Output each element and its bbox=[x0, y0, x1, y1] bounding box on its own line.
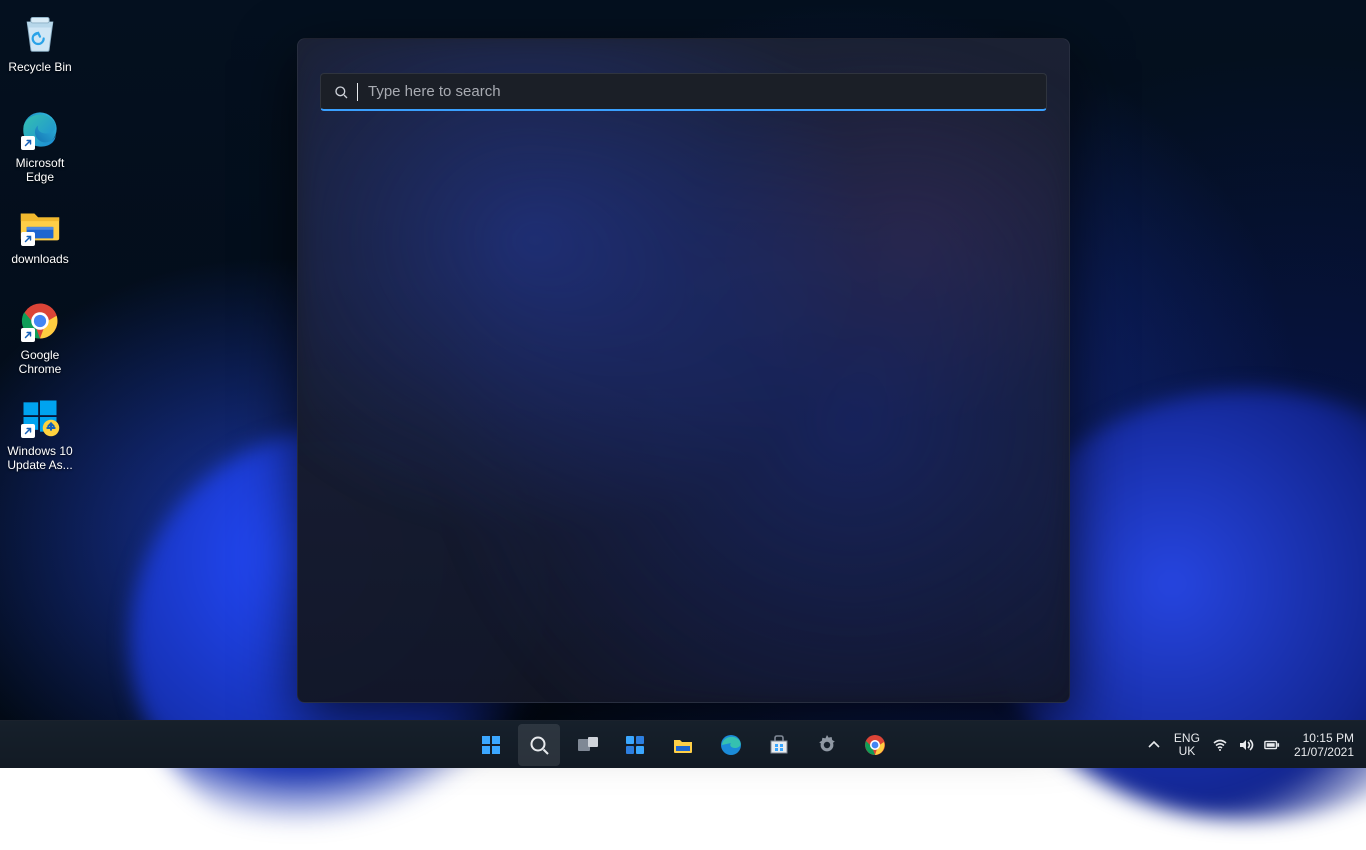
search-panel-background bbox=[298, 39, 1069, 702]
chrome-button[interactable] bbox=[854, 724, 896, 766]
store-button[interactable] bbox=[758, 724, 800, 766]
widgets-icon bbox=[623, 733, 647, 757]
edge-icon bbox=[719, 733, 743, 757]
battery-button[interactable] bbox=[1262, 735, 1282, 755]
search-input[interactable] bbox=[368, 83, 1034, 100]
windows-logo-icon bbox=[479, 733, 503, 757]
clock-time: 10:15 PM bbox=[1294, 731, 1354, 745]
desktop-icon-downloads[interactable]: downloads bbox=[0, 196, 80, 292]
desktop-icon-microsoft-edge[interactable]: Microsoft Edge bbox=[0, 100, 80, 196]
search-box[interactable] bbox=[320, 73, 1047, 111]
start-button[interactable] bbox=[470, 724, 512, 766]
chrome-icon bbox=[863, 733, 887, 757]
store-icon bbox=[767, 733, 791, 757]
desktop-icon-label: Google Chrome bbox=[3, 348, 77, 376]
wifi-button[interactable] bbox=[1210, 735, 1230, 755]
desktop-icon-google-chrome[interactable]: Google Chrome bbox=[0, 292, 80, 388]
system-tray: ENG UK 10:15 PM 21/07/2021 bbox=[1144, 721, 1360, 768]
tray-overflow-button[interactable] bbox=[1144, 735, 1164, 755]
folder-icon bbox=[17, 202, 63, 248]
edge-icon bbox=[17, 106, 63, 152]
task-view-icon bbox=[575, 733, 599, 757]
file-explorer-button[interactable] bbox=[662, 724, 704, 766]
taskbar-search-button[interactable] bbox=[518, 724, 560, 766]
shortcut-overlay-icon bbox=[21, 424, 35, 438]
clock-button[interactable]: 10:15 PM 21/07/2021 bbox=[1288, 731, 1360, 759]
battery-icon bbox=[1264, 737, 1280, 753]
taskbar: ENG UK 10:15 PM 21/07/2021 bbox=[0, 720, 1366, 768]
speaker-icon bbox=[1238, 737, 1254, 753]
search-panel bbox=[297, 38, 1070, 703]
desktop-icon-label: downloads bbox=[11, 252, 68, 266]
chrome-icon bbox=[17, 298, 63, 344]
recycle-bin-icon bbox=[17, 10, 63, 56]
desktop-icon-win10-update-assistant[interactable]: Windows 10 Update As... bbox=[0, 388, 80, 484]
widgets-button[interactable] bbox=[614, 724, 656, 766]
settings-button[interactable] bbox=[806, 724, 848, 766]
desktop-icon-recycle-bin[interactable]: Recycle Bin bbox=[0, 4, 80, 100]
folder-icon bbox=[671, 733, 695, 757]
language-line1: ENG bbox=[1174, 732, 1200, 745]
windows-update-icon bbox=[17, 394, 63, 440]
desktop-icons-column: Recycle Bin Microsoft Edge bbox=[0, 4, 80, 484]
desktop-icon-label: Recycle Bin bbox=[8, 60, 71, 74]
shortcut-overlay-icon bbox=[21, 328, 35, 342]
desktop-icon-label: Microsoft Edge bbox=[3, 156, 77, 184]
search-icon bbox=[527, 733, 551, 757]
shortcut-overlay-icon bbox=[21, 232, 35, 246]
text-caret bbox=[357, 83, 358, 101]
volume-button[interactable] bbox=[1236, 735, 1256, 755]
task-view-button[interactable] bbox=[566, 724, 608, 766]
desktop-icon-label: Windows 10 Update As... bbox=[3, 444, 77, 472]
clock-date: 21/07/2021 bbox=[1294, 745, 1354, 759]
language-indicator[interactable]: ENG UK bbox=[1170, 732, 1204, 758]
search-icon bbox=[333, 84, 349, 100]
taskbar-center bbox=[470, 724, 896, 766]
shortcut-overlay-icon bbox=[21, 136, 35, 150]
edge-button[interactable] bbox=[710, 724, 752, 766]
gear-icon bbox=[815, 733, 839, 757]
language-line2: UK bbox=[1174, 745, 1200, 758]
chevron-up-icon bbox=[1146, 737, 1162, 753]
wifi-icon bbox=[1212, 737, 1228, 753]
